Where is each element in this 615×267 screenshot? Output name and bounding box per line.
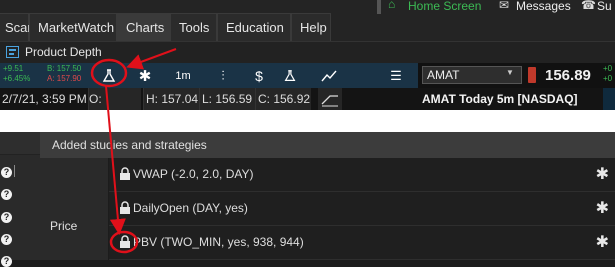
annotation-arrow — [105, 85, 126, 235]
annotation-overlay — [90, 48, 177, 254]
annotation-arrow — [126, 48, 177, 70]
highlight-circle — [90, 58, 128, 88]
highlight-circle — [109, 230, 139, 254]
